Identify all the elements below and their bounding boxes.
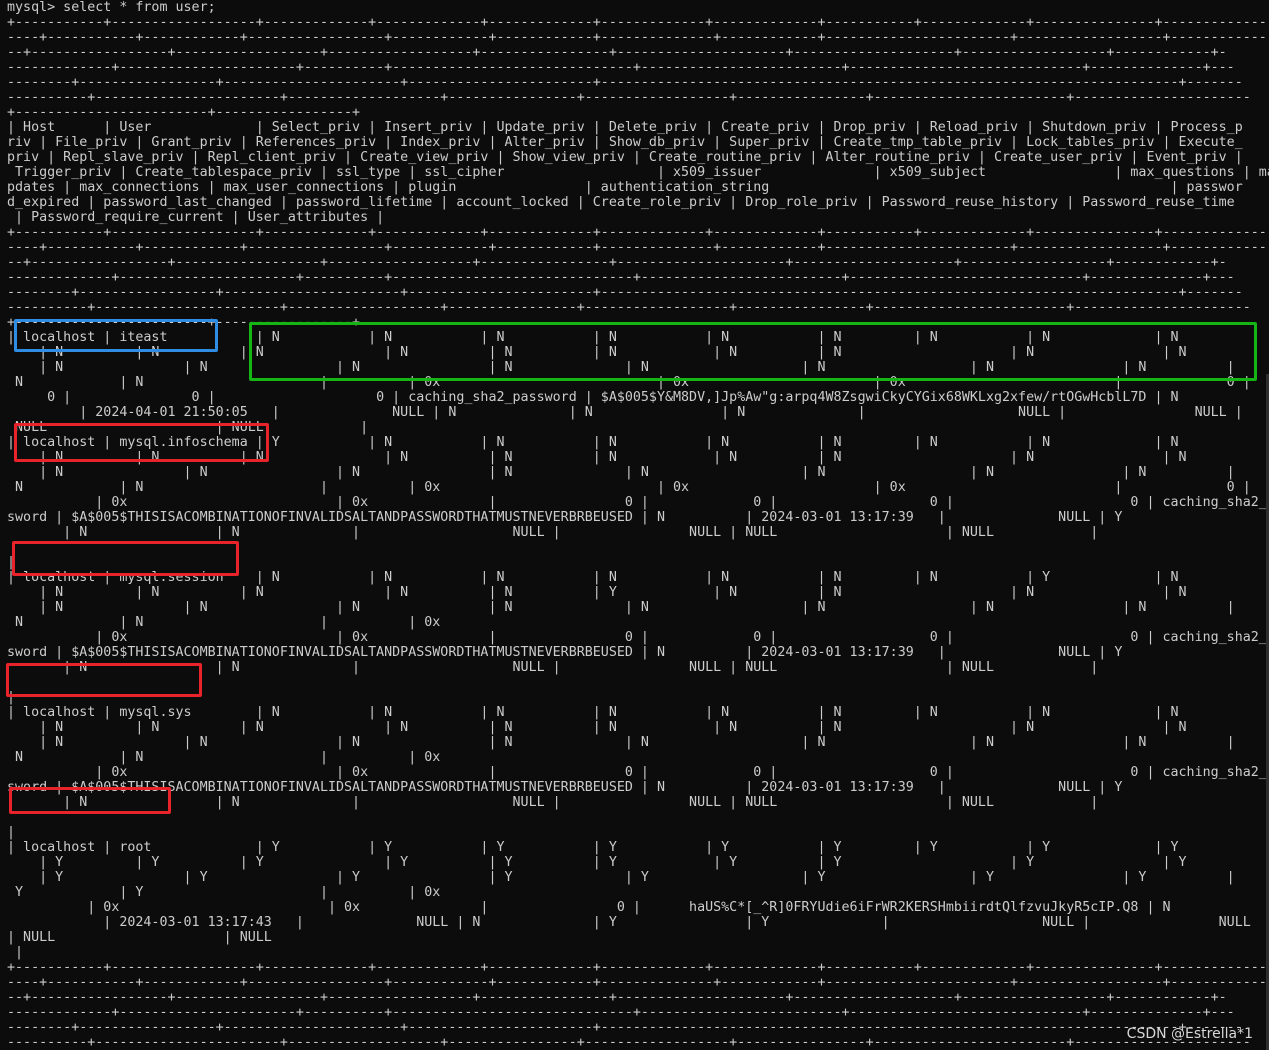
terminal-line: Y | Y | | 0x	[7, 885, 441, 900]
terminal-line: | Host | User | Select_priv | Insert_pri…	[7, 120, 1243, 135]
terminal-window[interactable]: mysql> select * from user; +-----------+-…	[0, 0, 1269, 1050]
terminal-line: | 0x | 0x | 0 | 0 | 0 | 0 | caching_sha2…	[7, 765, 1269, 780]
terminal-line: | 2024-03-01 13:17:43 | NULL | N | Y | Y…	[7, 915, 1251, 930]
terminal-line: | N | N | N | N | N | N | N | N |	[7, 735, 1235, 750]
terminal-line: +------------------------+--------------…	[7, 315, 361, 330]
terminal-line: | localhost | iteast | N | N | N | N | N…	[7, 330, 1179, 345]
terminal-line: | N | N | N | N | N | Y | N | N | N | N	[7, 585, 1187, 600]
terminal-line: N | N | | 0x | 0x | 0x | 0 |	[7, 480, 1251, 495]
terminal-line: ----+-----------+------------+----------…	[7, 975, 1267, 990]
terminal-line: NULL | NULL |	[7, 420, 369, 435]
terminal-line: 0 | 0 | 0 | caching_sha2_password | $A$0…	[7, 390, 1179, 405]
terminal-line: | N | N | N | N | N | N | N | N |	[7, 600, 1235, 615]
terminal-line: ----------+-----------------------+-----…	[7, 90, 1251, 105]
terminal-line: --------+-----------------+-------------…	[7, 75, 1243, 90]
terminal-line: ----+-----------+------------+----------…	[7, 30, 1267, 45]
terminal-line: ----------+-----------------------+-----…	[7, 300, 1251, 315]
terminal-line: |	[7, 690, 16, 705]
terminal-line: | NULL | NULL	[7, 930, 272, 945]
terminal-line: | N | N | N | N | N | N | N | N | N | N	[7, 345, 1187, 360]
terminal-line: | Y | Y | Y | Y | Y | Y | Y | Y |	[7, 870, 1235, 885]
terminal-line: -------------+----------------------+---…	[7, 270, 1235, 285]
watermark-text: CSDN @Estrella*1	[1126, 1026, 1253, 1042]
terminal-line: N | N | | 0x	[7, 750, 441, 765]
terminal-line: sword | $A$005$THISISACOMBINATIONOFINVAL…	[7, 645, 1123, 660]
terminal-line: | N | N | N | N | N | N | N | N |	[7, 360, 1235, 375]
terminal-line: | localhost | mysql.infoschema | Y | N |…	[7, 435, 1179, 450]
terminal-line: -------------+----------------------+---…	[7, 1005, 1235, 1020]
terminal-line: | N | N | N | N | N | N | N | N | N | N	[7, 450, 1187, 465]
terminal-line: |	[7, 555, 16, 570]
terminal-line: | N | N | NULL | NULL | NULL | NULL |	[7, 660, 1099, 675]
terminal-line: --------+-----------------+-------------…	[7, 1020, 1243, 1035]
terminal-line: N | N | | 0x | 0x | 0x | 0 |	[7, 375, 1251, 390]
terminal-line: |	[7, 825, 16, 840]
terminal-line: --+-----------------+------------------+…	[7, 990, 1227, 1005]
terminal-line: -------------+----------------------+---…	[7, 60, 1235, 75]
terminal-line: | N | N | N | N | N | N | N | N |	[7, 465, 1235, 480]
terminal-line: | 0x | 0x | 0 | 0 | 0 | 0 | caching_sha2…	[7, 630, 1269, 645]
terminal-line: --+-----------------+------------------+…	[7, 255, 1227, 270]
terminal-line: riv | File_priv | Grant_priv | Reference…	[7, 135, 1243, 150]
terminal-line: N | N | | 0x	[7, 615, 441, 630]
terminal-line: sword | $A$005$THISISACOMBINATIONOFINVAL…	[7, 780, 1123, 795]
terminal-line: +-----------+------------------+--------…	[7, 960, 1269, 975]
terminal-line: | 0x | 0x | 0 | haUS%C*[_^R]0FRYUdie6iFr…	[7, 900, 1171, 915]
terminal-line: | N | N | NULL | NULL | NULL | NULL |	[7, 795, 1099, 810]
terminal-line: --+-----------------+------------------+…	[7, 45, 1227, 60]
terminal-line: +-----------+------------------+--------…	[7, 225, 1269, 240]
terminal-line: mysql> select * from user;	[7, 0, 216, 15]
terminal-line: Trigger_priv | Create_tablespace_priv | …	[7, 165, 1269, 180]
terminal-line: | Password_require_current | User_attrib…	[7, 210, 385, 225]
terminal-line: | localhost | root | Y | Y | Y | Y | Y |…	[7, 840, 1179, 855]
terminal-line: d_expired | password_last_changed | pass…	[7, 195, 1235, 210]
terminal-line: pdates | max_connections | max_user_conn…	[7, 180, 1243, 195]
terminal-line: | 0x | 0x | 0 | 0 | 0 | 0 | caching_sha2…	[7, 495, 1269, 510]
terminal-line: ----------+-----------------------+-----…	[7, 1035, 1251, 1050]
terminal-line: |	[7, 945, 24, 960]
terminal-line: | 2024-04-01 21:50:05 | NULL | N | N | N…	[7, 405, 1243, 420]
terminal-line: priv | Repl_slave_priv | Repl_client_pri…	[7, 150, 1243, 165]
terminal-line: ----+-----------+------------+----------…	[7, 240, 1267, 255]
terminal-line: | localhost | mysql.sys | N | N | N | N …	[7, 705, 1179, 720]
terminal-line: | Y | Y | Y | Y | Y | Y | Y | Y | Y | Y	[7, 855, 1187, 870]
terminal-line: +------------------------+--------------…	[7, 105, 361, 120]
terminal-line: sword | $A$005$THISISACOMBINATIONOFINVAL…	[7, 510, 1123, 525]
terminal-line: --------+-----------------+-------------…	[7, 285, 1243, 300]
terminal-line: | N | N | NULL | NULL | NULL | NULL |	[7, 525, 1099, 540]
terminal-line: | N | N | N | N | N | N | N | N | N | N	[7, 720, 1187, 735]
terminal-line: +-----------+------------------+--------…	[7, 15, 1269, 30]
terminal-line: | localhost | mysql.session | N | N | N …	[7, 570, 1179, 585]
